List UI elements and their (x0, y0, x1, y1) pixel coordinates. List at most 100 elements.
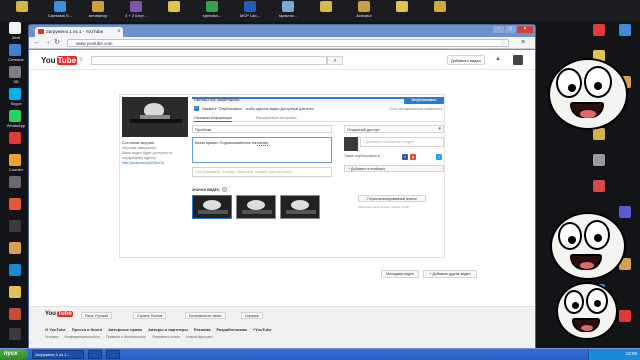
folder-icon (9, 286, 21, 298)
footer-logo[interactable]: You Tube (45, 311, 73, 317)
footer-link[interactable]: Новые функции! (186, 335, 213, 339)
title-input[interactable]: Пробная (192, 125, 332, 133)
search-input[interactable] (91, 56, 327, 65)
thumbnail-desk (242, 210, 272, 214)
thumbnail-option[interactable] (192, 195, 232, 219)
footer-link[interactable]: Пресса и блоги (72, 327, 102, 332)
whatsapp-icon (9, 110, 21, 122)
desktop-icon[interactable] (586, 24, 612, 46)
avatar[interactable] (513, 55, 523, 65)
footer-link[interactable]: Авторское право (108, 327, 142, 332)
app-icon (593, 180, 605, 192)
custom-thumbnail-button[interactable]: Персонализированный значок (358, 195, 426, 202)
desktop-icon[interactable] (2, 264, 28, 286)
taskbar-task[interactable] (106, 350, 120, 359)
privacy-select[interactable]: Открытый доступ ▾ (344, 125, 444, 133)
tags-input[interactable]: Теги (например, Альберт Эйнштейн, модный… (192, 167, 332, 177)
desktop-icon[interactable]: WhatsApp (2, 110, 28, 132)
thumbnail-desk (286, 210, 316, 214)
footer-link[interactable]: Авторы и партнеры (148, 327, 188, 332)
footer-link[interactable]: Конфиденциальность (64, 335, 100, 339)
search-button[interactable]: ⌕ (327, 56, 343, 65)
desktop-icon[interactable] (418, 1, 462, 21)
wallpaper-eye (564, 290, 584, 314)
app-icon (9, 198, 21, 210)
desktop-icon[interactable] (2, 242, 28, 264)
bookmark-star-icon[interactable]: ☆ (500, 39, 506, 47)
app-icon (619, 24, 631, 36)
footer-link[interactable]: Разработчикам (217, 327, 247, 332)
desktop-icon[interactable]: 3D (2, 66, 28, 88)
notifications-icon[interactable]: ▲ (495, 56, 501, 62)
google-plus-icon[interactable]: g (410, 154, 416, 160)
desktop-icon[interactable] (612, 24, 638, 46)
wallpaper-pupil (594, 234, 602, 242)
help-button[interactable]: Справка (241, 312, 263, 319)
desktop-icon[interactable]: Skype (2, 88, 28, 110)
thumbnail-desk (130, 119, 182, 123)
safety-button[interactable]: Безопасность: выкл. (185, 312, 227, 319)
video-link[interactable]: http://youtu.be/xq0O0kzCA (122, 161, 190, 166)
address-bar[interactable]: www.youtube.com ☆ (67, 39, 509, 47)
description-textarea[interactable]: Всем привет Подписывайтесь на канал (192, 137, 332, 163)
window-close-button[interactable]: × (517, 26, 533, 33)
desktop-icon[interactable] (2, 132, 28, 154)
tab-advanced-settings[interactable]: Расширенные настройки (256, 116, 296, 120)
desktop-icon[interactable] (2, 328, 28, 348)
custom-thumbnail-note: Максимальный размер файла: 2 МБ (358, 205, 409, 209)
footer-link[interactable]: Отправить отзыв (152, 335, 180, 339)
network-icon (9, 44, 21, 56)
desktop-icon[interactable] (2, 176, 28, 198)
desktop-icon[interactable] (2, 286, 28, 308)
desktop-icon[interactable]: Сетевое (2, 44, 28, 66)
taskbar-task[interactable] (88, 350, 102, 359)
desktop-icon[interactable]: Мой (2, 22, 28, 44)
reload-icon[interactable]: ↻ (53, 39, 61, 47)
desktop-icon[interactable] (586, 128, 612, 150)
tab-strip: Загружено 1 из 1 - YouTube x – □ × (29, 25, 535, 37)
share-message-input[interactable]: + Добавить сообщение к видео (360, 137, 444, 147)
wallpaper-tongue (580, 110, 596, 118)
app-icon (9, 328, 21, 340)
forward-icon[interactable]: → (43, 39, 51, 47)
start-button[interactable]: пуск (0, 349, 28, 360)
footer-link[interactable]: Условия (45, 335, 58, 339)
processing-status-text: ОБРАБОТКА ЗАВЕРШЕНА (194, 98, 240, 102)
wallpaper-cartoon-face (556, 282, 618, 340)
desktop-icon[interactable] (586, 154, 612, 176)
publish-button[interactable]: Опубликовать (404, 97, 444, 104)
back-icon[interactable]: ← (33, 39, 41, 47)
country-button[interactable]: Страна: Россия (133, 312, 167, 319)
add-more-videos-button[interactable]: + Добавить другие видео (423, 270, 477, 278)
help-icon[interactable]: ? (221, 187, 227, 192)
tab-basic-info[interactable]: Основная информация (194, 116, 232, 122)
footer-link[interactable]: +YouTube (253, 327, 272, 332)
minimize-button[interactable]: – (493, 26, 504, 33)
desktop-icon[interactable] (586, 180, 612, 202)
footer-link[interactable]: Правила и безопасность (106, 335, 146, 339)
thumbnail-option[interactable] (280, 195, 320, 219)
taskbar-task[interactable]: Загружено 1 из 1... (32, 350, 84, 359)
desktop-icon[interactable] (2, 308, 28, 330)
desktop-top-icon-row: Camtasia S... активатор 4 + 2 Блут... sp… (0, 0, 640, 22)
browser-tab[interactable]: Загружено 1 из 1 - YouTube x (35, 27, 123, 37)
wallpaper-pupil (594, 82, 602, 90)
footer-link[interactable]: О YouTube (45, 327, 66, 332)
upload-button[interactable]: Добавить видео (447, 55, 485, 65)
thumbnail-option[interactable] (236, 195, 276, 219)
maximize-button[interactable]: □ (505, 26, 516, 33)
youtube-logo[interactable]: You Tube (41, 56, 78, 65)
language-button[interactable]: Язык: Русский (81, 312, 113, 319)
facebook-icon[interactable]: f (402, 154, 408, 160)
guide-menu-icon[interactable]: ≡ (79, 57, 83, 63)
twitter-icon[interactable]: t (436, 154, 442, 160)
tab-close-icon[interactable]: x (118, 28, 121, 34)
thumbnail-figure (203, 200, 221, 210)
add-to-playlist-button[interactable]: + Добавить в плейлист (344, 165, 444, 172)
footer-link[interactable]: Реклама (194, 327, 211, 332)
desktop-icon[interactable] (2, 220, 28, 242)
video-manager-button[interactable]: Менеджер видео (381, 270, 419, 278)
desktop-icon[interactable] (2, 198, 28, 220)
menu-wrench-icon[interactable]: ≡ (521, 39, 529, 47)
desktop-icon[interactable]: Counter (2, 154, 28, 176)
